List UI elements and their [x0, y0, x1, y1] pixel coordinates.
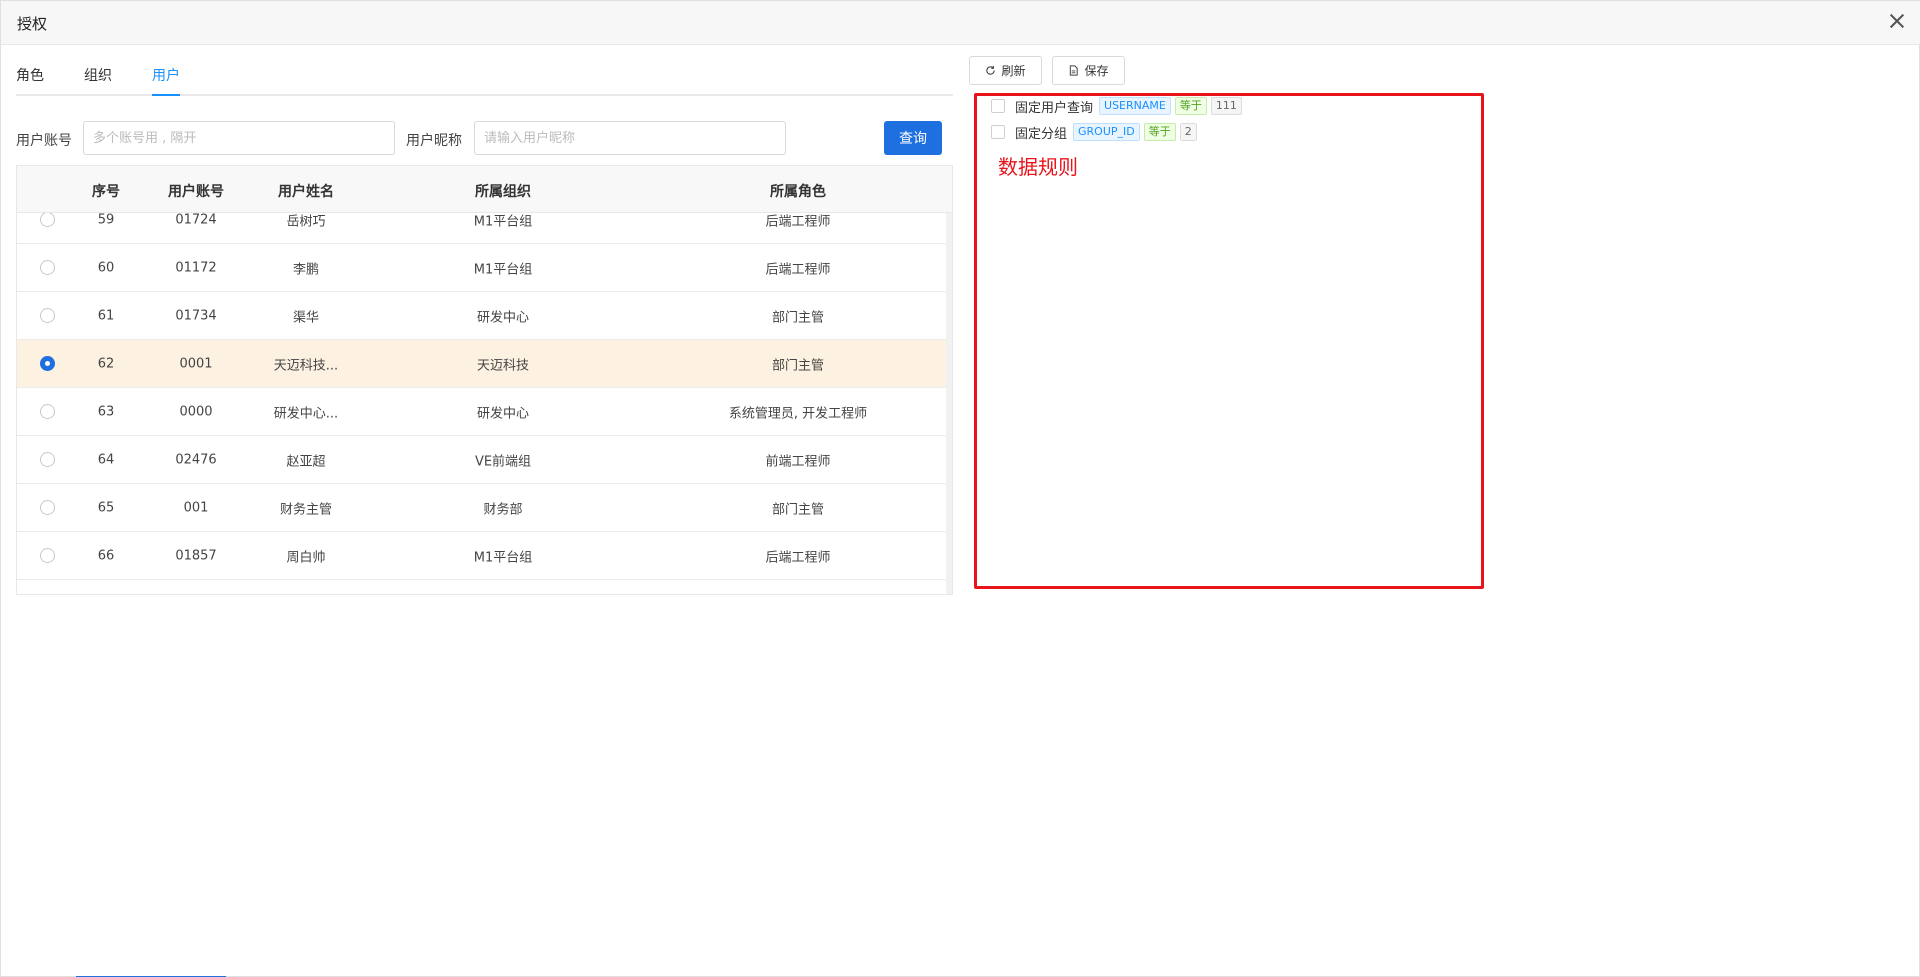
row-radio[interactable] — [40, 547, 55, 563]
cell-name: 财务主管 — [279, 502, 333, 517]
cell-index: 66 — [97, 548, 115, 563]
document-icon — [1070, 65, 1079, 76]
tab-user[interactable]: 用户 — [152, 65, 180, 96]
nickname-input[interactable] — [474, 121, 786, 155]
row-radio[interactable] — [40, 403, 55, 419]
rule-checkbox[interactable] — [991, 99, 1005, 113]
table-row[interactable]: 65 001 财务主管 财务部 部门主管 — [17, 484, 947, 532]
cell-role: 后端工程师 — [765, 262, 831, 277]
row-radio[interactable] — [40, 259, 55, 275]
cell-role: 后端工程师 — [765, 214, 831, 229]
table-row-partial[interactable] — [17, 580, 947, 594]
row-radio-checked[interactable] — [40, 355, 55, 371]
cell-account: 01857 — [175, 548, 217, 563]
table-body: 59 01724 岳树巧 M1平台组 后端工程师 60 01172 李鹏 M1平… — [17, 213, 947, 594]
row-radio[interactable] — [40, 307, 55, 323]
cell-account: 02476 — [175, 452, 217, 467]
dialog-title: 授权 — [17, 15, 48, 33]
cell-organization: M1平台组 — [473, 214, 533, 229]
table-row[interactable]: 63 0000 研发中心... 研发中心 系统管理员, 开发工程师 — [17, 388, 947, 436]
rule-checkbox[interactable] — [991, 125, 1005, 139]
cell-account: 0000 — [179, 404, 213, 419]
cell-organization: 研发中心 — [476, 310, 530, 325]
table-row[interactable]: 61 01734 渠华 研发中心 部门主管 — [17, 292, 947, 340]
cell-index: 59 — [97, 213, 115, 227]
cell-account: 01734 — [175, 308, 217, 323]
table-scrollbar[interactable] — [946, 213, 952, 594]
row-radio[interactable] — [40, 499, 55, 515]
table-header: 序号 用户账号 用户姓名 所属组织 所属角色 — [17, 166, 952, 213]
rule-item: 固定用户查询 USERNAME 等于 111 — [991, 97, 1242, 116]
table-row[interactable]: 64 02476 赵亚超 VE前端组 前端工程师 — [17, 436, 947, 484]
column-header-index: 序号 — [92, 184, 120, 200]
cell-index: 61 — [97, 308, 115, 323]
table-row[interactable]: 59 01724 岳树巧 M1平台组 后端工程师 — [17, 213, 947, 244]
tab-organization[interactable]: 组织 — [84, 65, 112, 94]
rule-item: 固定分组 GROUP_ID 等于 2 — [991, 123, 1197, 142]
cell-name: 周白帅 — [286, 550, 326, 565]
row-radio[interactable] — [40, 451, 55, 467]
cell-index: 63 — [97, 404, 115, 419]
cell-role: 系统管理员, 开发工程师 — [728, 406, 868, 421]
cell-index: 60 — [97, 260, 115, 275]
refresh-button[interactable]: 刷新 — [969, 56, 1042, 85]
table-row[interactable]: 66 01857 周白帅 M1平台组 后端工程师 — [17, 532, 947, 580]
cell-index: 65 — [97, 500, 115, 515]
cell-role: 部门主管 — [771, 310, 825, 325]
nickname-label: 用户昵称 — [406, 133, 462, 149]
rule-operator-tag: 等于 — [1174, 97, 1207, 115]
save-button[interactable]: 保存 — [1052, 56, 1125, 85]
account-label: 用户账号 — [16, 133, 72, 149]
refresh-icon — [986, 66, 996, 75]
table-row-selected[interactable]: 62 0001 天迈科技... 天迈科技 部门主管 — [17, 340, 947, 388]
user-table: 序号 用户账号 用户姓名 所属组织 所属角色 59 01724 岳树巧 M1平台… — [16, 165, 953, 595]
column-header-account: 用户账号 — [168, 184, 224, 200]
cell-organization: M1平台组 — [473, 262, 533, 277]
cell-account: 01724 — [175, 213, 217, 227]
query-button[interactable]: 查询 — [884, 121, 942, 155]
account-input[interactable] — [83, 121, 395, 155]
cell-role: 部门主管 — [771, 502, 825, 517]
column-header-role: 所属角色 — [770, 184, 826, 200]
cell-organization: VE前端组 — [474, 454, 532, 469]
authorization-dialog: 授权 角色 组织 用户 用户账号 用户昵称 查询 序号 用户账号 用户姓名 所属… — [0, 0, 1920, 977]
rule-value-tag: 2 — [1179, 123, 1197, 141]
cell-name: 赵亚超 — [286, 454, 326, 469]
cell-name: 天迈科技... — [273, 358, 339, 373]
tab-role[interactable]: 角色 — [16, 65, 44, 94]
column-header-organization: 所属组织 — [475, 184, 531, 200]
save-label: 保存 — [1084, 64, 1109, 78]
dialog-header: 授权 — [1, 1, 1920, 45]
cell-role: 后端工程师 — [765, 550, 831, 565]
table-row[interactable]: 60 01172 李鹏 M1平台组 后端工程师 — [17, 244, 947, 292]
cell-role: 部门主管 — [771, 358, 825, 373]
cell-name: 渠华 — [292, 310, 320, 325]
rule-value-tag: 111 — [1210, 97, 1242, 115]
row-radio[interactable] — [40, 213, 55, 227]
rule-field-tag: USERNAME — [1099, 97, 1171, 115]
rule-name: 固定分组 — [1015, 126, 1068, 142]
refresh-label: 刷新 — [1001, 64, 1026, 78]
cell-account: 0001 — [179, 356, 213, 371]
column-header-name: 用户姓名 — [278, 184, 334, 200]
cell-name: 研发中心... — [273, 406, 339, 421]
cell-role: 前端工程师 — [765, 454, 831, 469]
tab-bar: 角色 组织 用户 — [16, 63, 953, 96]
close-icon[interactable] — [1887, 11, 1907, 31]
cell-account: 01172 — [175, 260, 217, 275]
cell-organization: 财务部 — [483, 502, 523, 517]
cell-account: 001 — [183, 500, 209, 515]
cell-name: 岳树巧 — [286, 214, 326, 229]
cell-organization: M1平台组 — [473, 550, 533, 565]
rule-name: 固定用户查询 — [1015, 100, 1094, 116]
cell-organization: 研发中心 — [476, 406, 530, 421]
cell-organization: 天迈科技 — [476, 358, 530, 373]
rule-field-tag: GROUP_ID — [1073, 123, 1140, 141]
rule-operator-tag: 等于 — [1143, 123, 1176, 141]
cell-name: 李鹏 — [292, 262, 320, 277]
cell-index: 62 — [97, 356, 115, 371]
annotation-label: 数据规则 — [998, 155, 1078, 179]
cell-index: 64 — [97, 452, 115, 467]
